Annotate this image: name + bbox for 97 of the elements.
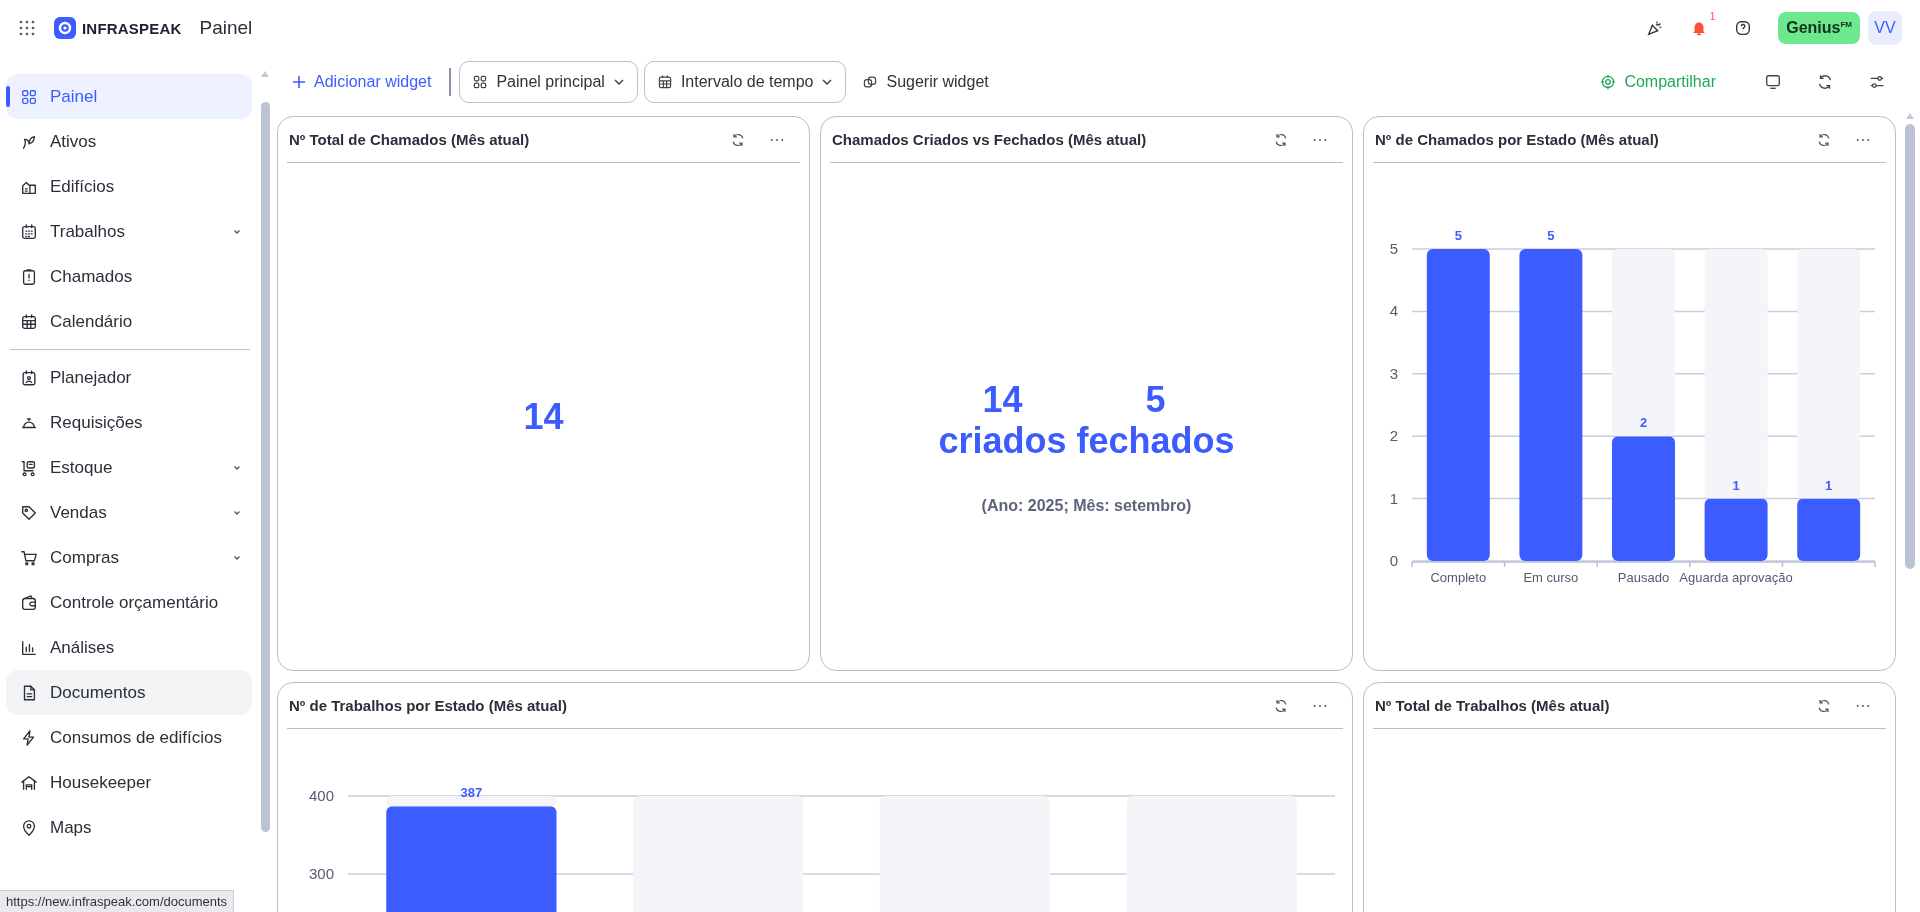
sidebar-item[interactable]: Vendas xyxy=(6,490,252,535)
sidebar-item[interactable]: Painel xyxy=(6,74,252,119)
plus-icon xyxy=(292,75,306,89)
period-caption: (Ano: 2025; Mês: setembro) xyxy=(981,496,1192,515)
sidebar-item[interactable]: Documentos xyxy=(6,670,252,715)
widget-title: Nº Total de Chamados (Mês atual) xyxy=(289,131,531,148)
sidebar-item[interactable]: Requisições xyxy=(6,400,252,445)
scrollbar-thumb[interactable] xyxy=(260,102,270,832)
refresh-icon[interactable] xyxy=(1273,131,1289,148)
calendar-person-icon xyxy=(20,368,38,387)
dolly-icon xyxy=(20,458,38,477)
sidebar-item[interactable]: Planejador xyxy=(6,355,252,400)
dropdown[interactable]: Intervalo de tempo xyxy=(643,61,847,103)
axis-tick-label: 2 xyxy=(1389,427,1398,445)
app-grid-icon[interactable] xyxy=(18,19,36,37)
axis-tick-label: 5 xyxy=(1389,240,1398,257)
notification-count: 1 xyxy=(1709,11,1716,22)
metric-value: 14 xyxy=(982,378,1023,422)
brand-name: INFRASPEAK xyxy=(82,19,182,37)
sidebar-item[interactable]: Edifícios xyxy=(6,164,252,209)
sidebar-item[interactable]: Calendário xyxy=(6,299,252,344)
axis-tick-label: 1 xyxy=(1389,489,1398,507)
more-options-icon[interactable] xyxy=(1313,137,1327,142)
bar-value-label: 387 xyxy=(460,785,483,801)
axis-tick-label: 4 xyxy=(1389,302,1398,320)
help-icon[interactable] xyxy=(1734,19,1753,37)
bar[interactable] xyxy=(1704,498,1768,561)
calendar-icon xyxy=(656,74,673,90)
category-label: Em curso xyxy=(1522,570,1578,585)
monitor-icon[interactable] xyxy=(1764,73,1782,91)
bar-value-label: 1 xyxy=(1732,477,1740,493)
dashboard-icon xyxy=(472,74,489,90)
category-label: Completo xyxy=(1430,570,1486,585)
scrollbar-thumb[interactable] xyxy=(1905,124,1915,569)
chevron-down-icon xyxy=(821,76,834,88)
refresh-icon[interactable] xyxy=(730,131,746,148)
sidebar-item[interactable]: Controle orçamentário xyxy=(6,580,252,625)
axis-tick-label: 3 xyxy=(1389,364,1398,382)
more-options-icon[interactable] xyxy=(1856,703,1870,708)
dashboard-icon xyxy=(20,87,38,106)
sidebar-item[interactable]: Estoque xyxy=(6,445,252,490)
map-pin-icon xyxy=(20,818,38,837)
suggest-widget-button[interactable]: Sugerir widget xyxy=(852,67,999,97)
more-options-icon[interactable] xyxy=(770,137,784,142)
sidebar-item[interactable]: Análises xyxy=(6,625,252,670)
axis-tick-label: 400 xyxy=(308,787,334,804)
metric-label: criados xyxy=(938,421,1067,461)
widget-title: Nº de Chamados por Estado (Mês atual) xyxy=(1375,131,1660,148)
bar[interactable] xyxy=(1611,436,1675,561)
calendar-icon xyxy=(20,222,38,241)
sidebar-item[interactable]: Chamados xyxy=(6,254,252,299)
category-label: Pausado xyxy=(1617,570,1669,585)
overlapping-squares-icon xyxy=(862,74,879,90)
widget-title: Chamados Criados vs Fechados (Mês atual) xyxy=(832,131,1148,148)
bar-value-label: 5 xyxy=(1454,228,1462,243)
more-options-icon[interactable] xyxy=(1313,703,1327,708)
link-url-tooltip: https://new.infraspeak.com/documents xyxy=(0,890,235,912)
tag-icon xyxy=(20,503,38,522)
chevron-down-icon xyxy=(612,76,625,88)
metric-value: 5 xyxy=(1145,378,1166,422)
clipboard-icon xyxy=(20,267,38,286)
metric-label: fechados xyxy=(1076,421,1235,461)
sidebar-item[interactable]: Maps xyxy=(6,805,252,850)
category-label: Aguarda aprovação xyxy=(1678,570,1793,585)
calendar-icon xyxy=(20,312,38,331)
widget-title: Nº Total de Trabalhos (Mês atual) xyxy=(1375,697,1611,714)
settings-sliders-icon[interactable] xyxy=(1868,73,1886,91)
bar[interactable] xyxy=(1796,498,1860,561)
bar-value-label: 2 xyxy=(1639,415,1647,431)
sidebar-item[interactable]: Consumos de edifícios xyxy=(6,715,252,760)
page-title: Painel xyxy=(199,17,253,39)
dropdown[interactable]: Painel principal xyxy=(459,61,638,103)
more-options-icon[interactable] xyxy=(1856,137,1870,142)
cart-icon xyxy=(20,548,38,567)
bar[interactable] xyxy=(1518,249,1582,561)
sidebar-item[interactable]: Housekeeper xyxy=(6,760,252,805)
sidebar-item[interactable]: Compras xyxy=(6,535,252,580)
bar-value-label: 1 xyxy=(1824,477,1832,493)
refresh-icon[interactable] xyxy=(1816,131,1832,148)
genius-fm-button[interactable]: Genius$^{FM}$ xyxy=(1778,12,1860,44)
refresh-icon[interactable] xyxy=(1273,697,1289,714)
refresh-icon[interactable] xyxy=(1816,73,1834,91)
bar-chart-icon xyxy=(20,638,38,657)
bar-value-label: 5 xyxy=(1546,228,1554,243)
bar-remainder[interactable] xyxy=(386,796,557,807)
refresh-icon[interactable] xyxy=(1816,697,1832,714)
metric-value: 14 xyxy=(523,395,564,438)
sidebar-item[interactable]: Trabalhos xyxy=(6,209,252,254)
house-icon xyxy=(20,773,38,792)
widget-title: Nº de Trabalhos por Estado (Mês atual) xyxy=(289,697,569,714)
axis-tick-label: 0 xyxy=(1389,552,1398,569)
user-avatar[interactable]: VV xyxy=(1868,11,1902,45)
sidebar-item[interactable]: Ativos xyxy=(6,119,252,164)
axis-tick-label: 300 xyxy=(308,865,334,882)
wallet-icon xyxy=(20,593,38,612)
add-widget-button[interactable]: Adicionar widget xyxy=(282,67,442,97)
logo-icon xyxy=(54,17,76,39)
